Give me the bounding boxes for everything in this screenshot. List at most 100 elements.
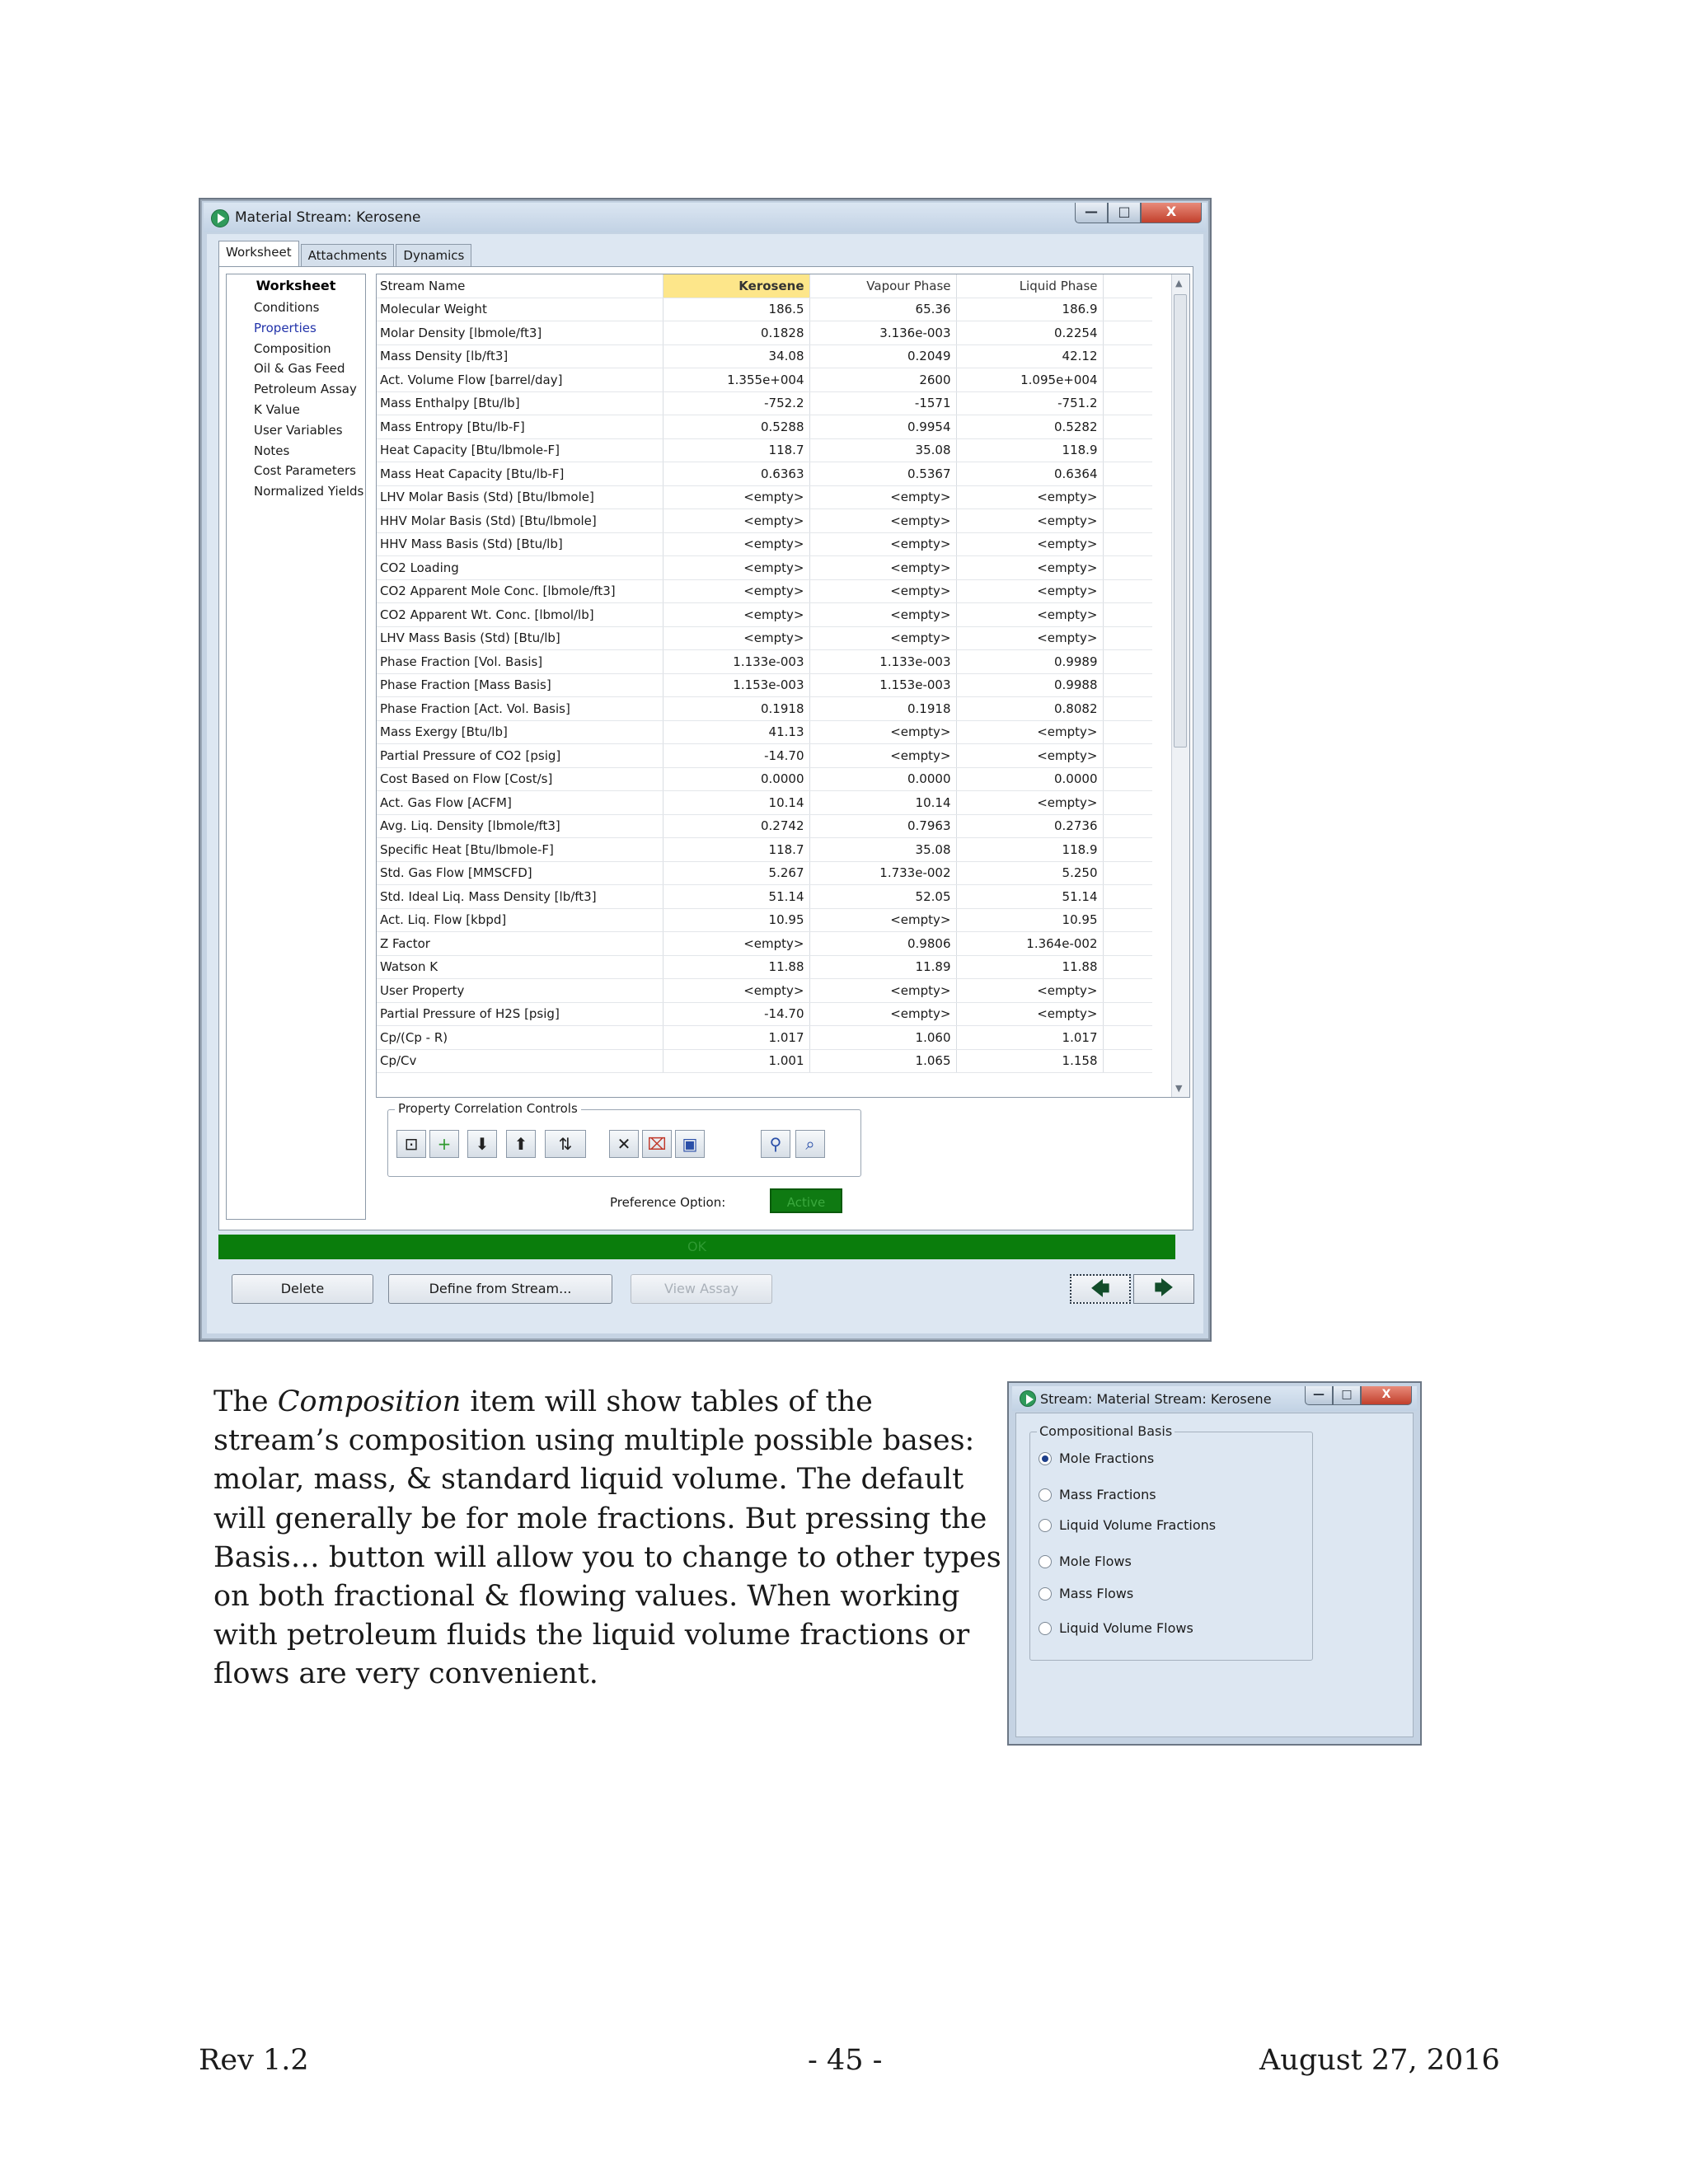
cell-kerosene[interactable]: 1.001	[663, 1049, 810, 1073]
cell-kerosene[interactable]: 41.13	[663, 720, 810, 744]
cell-liquid-phase[interactable]: <empty>	[956, 743, 1104, 768]
cell-kerosene[interactable]: 0.2742	[663, 814, 810, 838]
cell-kerosene[interactable]: 5.267	[663, 861, 810, 885]
scroll-down-icon[interactable]: ▼	[1175, 1083, 1182, 1094]
cell-liquid-phase[interactable]: <empty>	[956, 579, 1104, 603]
cell-vapour-phase[interactable]: <empty>	[809, 626, 957, 650]
cell-vapour-phase[interactable]: 0.1918	[809, 696, 957, 721]
radio-checked-icon[interactable]	[1039, 1451, 1052, 1465]
cell-kerosene[interactable]: 0.0000	[663, 767, 810, 791]
cell-vapour-phase[interactable]: 0.5367	[809, 462, 957, 486]
cell-liquid-phase[interactable]: <empty>	[956, 555, 1104, 580]
cell-vapour-phase[interactable]: 1.153e-003	[809, 673, 957, 697]
nav-item-user-variables[interactable]: User Variables	[227, 420, 365, 441]
cell-kerosene[interactable]: 1.153e-003	[663, 673, 810, 697]
cell-vapour-phase[interactable]: <empty>	[809, 720, 957, 744]
nav-item-composition[interactable]: Composition	[227, 339, 365, 359]
cell-kerosene[interactable]: 0.6363	[663, 462, 810, 486]
cell-vapour-phase[interactable]: 0.9806	[809, 931, 957, 956]
cell-vapour-phase[interactable]: <empty>	[809, 509, 957, 533]
delete-icon[interactable]: ✕	[609, 1130, 639, 1158]
cell-vapour-phase[interactable]: <empty>	[809, 485, 957, 509]
cell-vapour-phase[interactable]: 65.36	[809, 298, 957, 321]
radio-unchecked-icon[interactable]	[1039, 1621, 1052, 1635]
cell-liquid-phase[interactable]: <empty>	[956, 1002, 1104, 1026]
cell-vapour-phase[interactable]: <empty>	[809, 602, 957, 627]
cell-liquid-phase[interactable]: 42.12	[956, 344, 1104, 368]
radio-mole-fractions[interactable]: Mole Fractions	[1039, 1451, 1154, 1466]
cell-liquid-phase[interactable]: 118.9	[956, 837, 1104, 862]
cell-kerosene[interactable]: -752.2	[663, 391, 810, 415]
cell-kerosene[interactable]: 1.133e-003	[663, 649, 810, 674]
move-down-icon[interactable]: ⬇	[467, 1130, 497, 1158]
preference-option-value[interactable]: Active	[770, 1188, 842, 1213]
cell-kerosene[interactable]: 51.14	[663, 884, 810, 909]
cell-kerosene[interactable]: 10.14	[663, 790, 810, 815]
close-icon[interactable]: X	[1141, 203, 1202, 223]
cell-liquid-phase[interactable]: 0.2736	[956, 814, 1104, 838]
cell-vapour-phase[interactable]: 35.08	[809, 438, 957, 462]
add-icon[interactable]: +	[429, 1130, 459, 1158]
radio-mass-fractions[interactable]: Mass Fractions	[1039, 1487, 1156, 1502]
cell-kerosene[interactable]: 118.7	[663, 438, 810, 462]
cell-vapour-phase[interactable]: -1571	[809, 391, 957, 415]
cell-kerosene[interactable]: 0.1828	[663, 321, 810, 345]
cell-vapour-phase[interactable]: 0.9954	[809, 415, 957, 439]
nav-item-oil-gas-feed[interactable]: Oil & Gas Feed	[227, 359, 365, 379]
cell-vapour-phase[interactable]: 1.065	[809, 1049, 957, 1073]
cell-kerosene[interactable]: 1.017	[663, 1025, 810, 1050]
cell-kerosene[interactable]: -14.70	[663, 1002, 810, 1026]
cell-kerosene[interactable]: <empty>	[663, 532, 810, 556]
clear-icon[interactable]: ⌧	[642, 1130, 672, 1158]
cell-liquid-phase[interactable]: 118.9	[956, 438, 1104, 462]
tab-dynamics[interactable]: Dynamics	[396, 244, 472, 268]
cell-vapour-phase[interactable]: 11.89	[809, 955, 957, 979]
minimize-icon[interactable]: —	[1075, 203, 1108, 223]
cell-vapour-phase[interactable]: 1.133e-003	[809, 649, 957, 674]
view-correlation-icon[interactable]: ⊡	[396, 1130, 426, 1158]
cell-vapour-phase[interactable]: 0.0000	[809, 767, 957, 791]
cell-vapour-phase[interactable]: 35.08	[809, 837, 957, 862]
cell-liquid-phase[interactable]: <empty>	[956, 509, 1104, 533]
radio-unchecked-icon[interactable]	[1039, 1586, 1052, 1601]
cell-vapour-phase[interactable]: <empty>	[809, 743, 957, 768]
nav-item-conditions[interactable]: Conditions	[227, 298, 365, 318]
delete-button[interactable]: Delete	[232, 1274, 373, 1304]
cell-liquid-phase[interactable]: 0.9988	[956, 673, 1104, 697]
sort-az-icon[interactable]: ⇅	[545, 1130, 586, 1158]
cell-kerosene[interactable]: 118.7	[663, 837, 810, 862]
cell-vapour-phase[interactable]: 10.14	[809, 790, 957, 815]
cell-kerosene[interactable]: 1.355e+004	[663, 368, 810, 392]
maximize-icon[interactable]: □	[1333, 1386, 1361, 1405]
close-icon[interactable]: X	[1361, 1386, 1412, 1405]
cell-vapour-phase[interactable]: <empty>	[809, 1002, 957, 1026]
cell-kerosene[interactable]: <empty>	[663, 555, 810, 580]
cell-kerosene[interactable]: <empty>	[663, 485, 810, 509]
scroll-up-icon[interactable]: ▲	[1175, 278, 1182, 288]
nav-item-properties[interactable]: Properties	[227, 318, 365, 339]
nav-item-normalized-yields[interactable]: Normalized Yields	[227, 481, 365, 502]
cell-kerosene[interactable]: 0.5288	[663, 415, 810, 439]
cell-liquid-phase[interactable]: 0.9989	[956, 649, 1104, 674]
radio-unchecked-icon[interactable]	[1039, 1518, 1052, 1532]
cell-liquid-phase[interactable]: 1.017	[956, 1025, 1104, 1050]
grid-scrollbar[interactable]: ▲ ▼	[1171, 274, 1189, 1097]
cell-vapour-phase[interactable]: <empty>	[809, 555, 957, 580]
cell-liquid-phase[interactable]: 0.5282	[956, 415, 1104, 439]
cell-liquid-phase[interactable]: 0.6364	[956, 462, 1104, 486]
cell-vapour-phase[interactable]: 3.136e-003	[809, 321, 957, 345]
radio-mole-flows[interactable]: Mole Flows	[1039, 1554, 1132, 1569]
radio-liquid-volume-fractions[interactable]: Liquid Volume Fractions	[1039, 1517, 1216, 1533]
nav-item-petroleum-assay[interactable]: Petroleum Assay	[227, 379, 365, 400]
title-bar[interactable]: Material Stream: Kerosene — □ X	[204, 203, 1207, 232]
cell-kerosene[interactable]: <empty>	[663, 579, 810, 603]
maximize-icon[interactable]: □	[1108, 203, 1141, 223]
find-icon[interactable]: ⚲	[761, 1130, 790, 1158]
cell-liquid-phase[interactable]: 1.095e+004	[956, 368, 1104, 392]
cell-liquid-phase[interactable]: 5.250	[956, 861, 1104, 885]
cell-vapour-phase[interactable]: 0.2049	[809, 344, 957, 368]
tab-attachments[interactable]: Attachments	[300, 244, 395, 268]
move-up-icon[interactable]: ⬆	[506, 1130, 536, 1158]
define-from-stream-button[interactable]: Define from Stream...	[388, 1274, 612, 1304]
cell-liquid-phase[interactable]: <empty>	[956, 626, 1104, 650]
